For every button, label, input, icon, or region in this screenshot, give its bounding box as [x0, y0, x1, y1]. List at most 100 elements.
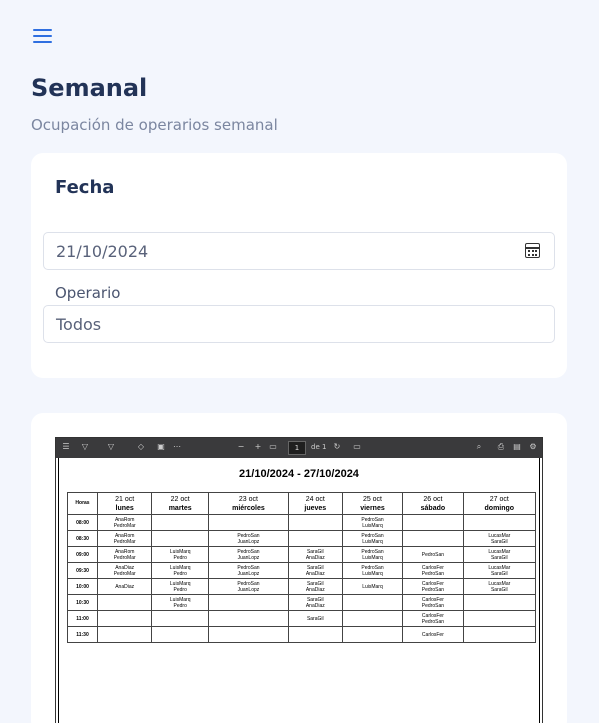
schedule-cell [208, 514, 289, 531]
rotate-icon[interactable]: ↻ [332, 442, 342, 452]
schedule-cell: LucasMar SaraGil [462, 546, 537, 563]
date-input[interactable]: 21/10/2024 [43, 232, 555, 270]
operator-name: PedroMar [113, 538, 136, 545]
day-header: 24 oct jueves [287, 492, 343, 515]
table-row: 09:30 AnaDiaz PedroMar LuisMarq Pedro PedroSa… [67, 562, 537, 579]
thumbnails-icon[interactable]: ☰ [61, 442, 71, 452]
schedule-cell [96, 626, 153, 643]
print-icon[interactable]: ⎙ [496, 442, 506, 452]
zoom-in-icon[interactable]: + [253, 442, 263, 452]
pdf-toolbar: ☰ ▽ ▽ ◇ ▣ ⋯ − + ▭ 1 de 1 ↻ ▭ ⌕ ⎙ ▤ ⚙ [56, 438, 542, 458]
operator-name: Pedro [173, 570, 187, 577]
search-icon[interactable]: ⌕ [474, 442, 484, 452]
eraser-icon[interactable]: ◇ [136, 442, 146, 452]
two-page-icon[interactable]: ▭ [352, 442, 362, 452]
hour-cell: 10:00 [67, 578, 98, 595]
schedule-cell [96, 594, 153, 611]
operator-name: LuisMarq [362, 583, 383, 590]
schedule-cell: SaraGil [287, 610, 343, 627]
pdf-page: 21/10/2024 - 27/10/2024 Horas 21 oct lunes… [58, 458, 540, 723]
operator-name: AnaDiaz [305, 554, 325, 561]
hour-cell: 10:30 [67, 594, 98, 611]
schedule-table: Horas 21 oct lunes 22 oct martes 23 oct miérco… [67, 492, 537, 643]
operator-name: Pedro [173, 554, 187, 561]
operator-name: JuanLopz [237, 538, 260, 545]
settings-icon[interactable]: ⚙ [528, 442, 538, 452]
day-name: viernes [360, 504, 385, 512]
operator-name: Pedro [173, 586, 187, 593]
date-value: 21/10/2024 [56, 242, 149, 261]
table-row: 09:00 AnaRom PedroMar LuisMarq Pedro PedroSan… [67, 546, 537, 563]
schedule-cell: PedroSan JuanLopz [208, 530, 289, 547]
operario-select[interactable]: Todos [43, 305, 555, 343]
hours-header: Horas [67, 492, 98, 515]
operator-name: PedroSan [421, 618, 445, 625]
calendar-icon[interactable] [525, 243, 540, 258]
operator-name: JuanLopz [237, 570, 260, 577]
schedule-cell: PedroSan LuisMarq [341, 546, 404, 563]
schedule-cell: CarlosFer PedroSan [402, 562, 464, 579]
fit-page-icon[interactable]: ▭ [268, 442, 278, 452]
operator-name: JuanLopz [237, 554, 260, 561]
operator-name: SaraGil [490, 586, 508, 593]
schedule-cell: LucasMar SaraGil [462, 578, 537, 595]
hour-cell: 11:30 [67, 626, 98, 643]
schedule-header-row: Horas 21 oct lunes 22 oct martes 23 oct miérco… [67, 492, 537, 515]
schedule-cell [151, 514, 210, 531]
schedule-cell [208, 594, 289, 611]
filters-title: Fecha [55, 177, 115, 198]
page-count: de 1 [311, 443, 327, 451]
schedule-cell [341, 610, 404, 627]
pdf-viewer[interactable]: ☰ ▽ ▽ ◇ ▣ ⋯ − + ▭ 1 de 1 ↻ ▭ ⌕ ⎙ ▤ ⚙ 21/… [55, 437, 543, 723]
zoom-out-icon[interactable]: − [236, 442, 246, 452]
schedule-cell [341, 594, 404, 611]
day-date: 21 oct [115, 495, 135, 503]
hamburger-menu-icon[interactable] [33, 28, 53, 44]
schedule-cell: CarlosFer PedroSan [402, 578, 464, 595]
operator-name: PedroMar [113, 554, 136, 561]
schedule-cell [462, 514, 537, 531]
schedule-cell [287, 514, 343, 531]
schedule-cell [287, 530, 343, 547]
schedule-cell: CarlosFer PedroSan [402, 594, 464, 611]
day-header: 23 oct miércoles [208, 492, 289, 515]
operator-name: AnaDiaz [305, 586, 325, 593]
schedule-cell [151, 530, 210, 547]
operator-name: CarlosFer [421, 631, 444, 638]
highlight-icon[interactable]: ▽ [80, 442, 90, 452]
schedule-cell: PedroSan LuisMarq [341, 562, 404, 579]
schedule-cell [287, 626, 343, 643]
text-icon[interactable]: ▣ [156, 442, 166, 452]
operario-label: Operario [55, 284, 121, 302]
more-icon[interactable]: ⋯ [172, 442, 182, 452]
table-row: 10:00 AnaDiaz LuisMarq Pedro PedroSan JuanLop… [67, 578, 537, 595]
operator-name: AnaDiaz [305, 602, 325, 609]
operator-name: SaraGil [490, 554, 508, 561]
schedule-cell: AnaDiaz [96, 578, 153, 595]
save-icon[interactable]: ▤ [512, 442, 522, 452]
operator-name: LuisMarq [362, 554, 383, 561]
schedule-cell: AnaRom PedroMar [96, 530, 153, 547]
operator-name: LuisMarq [362, 570, 383, 577]
day-date: 27 oct [489, 495, 509, 503]
operator-name: LuisMarq [362, 522, 383, 529]
operator-name: PedroMar [113, 522, 136, 529]
schedule-cell: LuisMarq Pedro [151, 562, 210, 579]
schedule-cell: LuisMarq [341, 578, 404, 595]
hour-cell: 11:00 [67, 610, 98, 627]
schedule-cell: SaraGil AnaDiaz [287, 594, 343, 611]
operator-name: SaraGil [306, 615, 324, 622]
schedule-cell [151, 610, 210, 627]
day-date: 22 oct [170, 495, 190, 503]
operator-name: PedroMar [113, 570, 136, 577]
day-header: 27 oct domingo [462, 492, 537, 515]
hour-cell: 08:30 [67, 530, 98, 547]
schedule-cell: PedroSan JuanLopz [208, 546, 289, 563]
page-title: Semanal [31, 74, 148, 102]
page-number-input[interactable]: 1 [288, 441, 306, 455]
schedule-cell: LucasMar SaraGil [462, 562, 537, 579]
day-date: 23 oct [238, 495, 258, 503]
table-row: 11:30 CarlosFer [67, 626, 537, 643]
draw-icon[interactable]: ▽ [106, 442, 116, 452]
day-header: 26 oct sábado [402, 492, 464, 515]
